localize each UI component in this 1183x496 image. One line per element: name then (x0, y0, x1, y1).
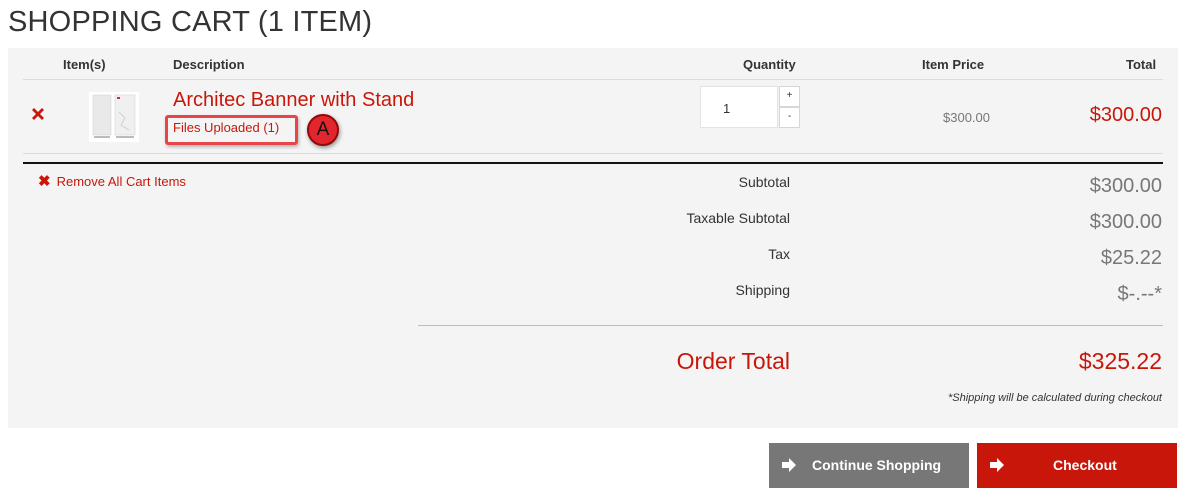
files-uploaded-link[interactable]: Files Uploaded (1) (173, 120, 279, 135)
order-total-value: $325.22 (1078, 348, 1162, 374)
row-divider (23, 153, 1163, 154)
page-title: SHOPPING CART (1 ITEM) (8, 6, 373, 38)
close-x-icon: ✖ (38, 173, 51, 190)
arrow-right-icon (782, 458, 796, 472)
product-thumbnail[interactable] (89, 92, 139, 142)
remove-item-icon[interactable] (30, 106, 46, 122)
order-total-label: Order Total (676, 348, 790, 374)
checkout-button[interactable]: Checkout (977, 443, 1177, 488)
quantity-increment-button[interactable]: + (779, 86, 800, 107)
checkout-label: Checkout (1053, 457, 1117, 473)
tax-value: $25.22 (1100, 247, 1162, 269)
header-item-price: Item Price (922, 57, 985, 72)
shipping-note: *Shipping will be calculated during chec… (947, 392, 1162, 404)
subtotal-label: Subtotal (738, 174, 790, 190)
remove-all-button[interactable]: ✖ Remove All Cart Items (38, 172, 186, 190)
header-divider (23, 79, 1163, 80)
summary-divider (23, 162, 1163, 164)
subtotal-value: $300.00 (1089, 175, 1162, 197)
item-total: $300.00 (1089, 104, 1162, 126)
item-price: $300.00 (943, 110, 990, 125)
shipping-label: Shipping (735, 282, 791, 298)
annotation-badge: A (307, 114, 339, 146)
taxable-subtotal-value: $300.00 (1089, 211, 1162, 233)
header-quantity: Quantity (743, 57, 796, 72)
product-name-link[interactable]: Architec Banner with Stand (173, 89, 414, 112)
header-items: Item(s) (63, 57, 106, 72)
shipping-value: $-.--* (1117, 283, 1162, 305)
quantity-input[interactable]: 1 (700, 86, 778, 128)
continue-shopping-button[interactable]: Continue Shopping (769, 443, 969, 488)
header-description: Description (173, 57, 245, 72)
quantity-decrement-button[interactable]: - (779, 107, 800, 128)
order-total-divider (418, 325, 1163, 326)
arrow-right-icon (990, 458, 1004, 472)
tax-label: Tax (768, 246, 790, 262)
remove-all-label: Remove All Cart Items (56, 174, 186, 189)
continue-shopping-label: Continue Shopping (812, 457, 942, 473)
header-total: Total (1126, 57, 1157, 72)
taxable-subtotal-label: Taxable Subtotal (686, 210, 790, 226)
